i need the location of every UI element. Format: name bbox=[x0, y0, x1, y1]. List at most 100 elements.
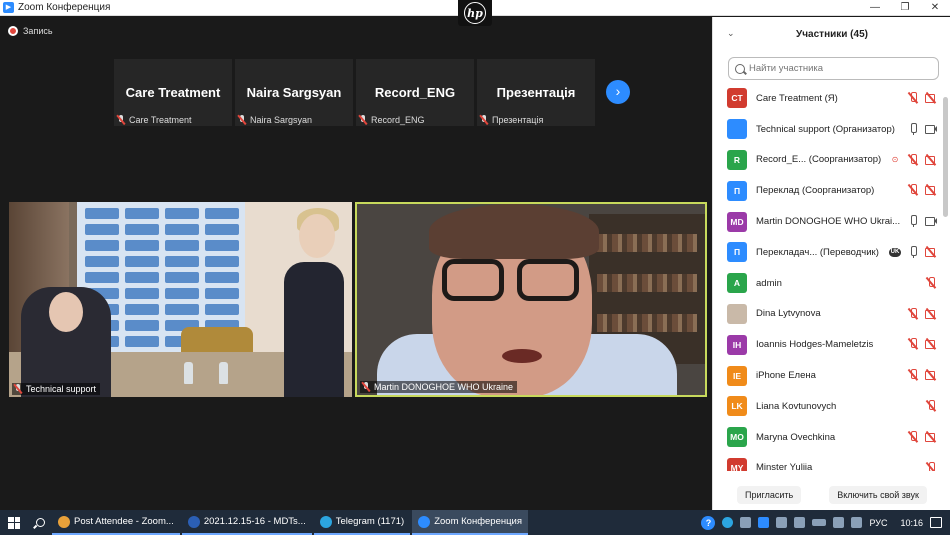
mic-off-icon[interactable] bbox=[925, 276, 937, 289]
next-page-button[interactable]: › bbox=[606, 80, 630, 104]
mic-off-icon[interactable] bbox=[925, 461, 937, 471]
mic-icon[interactable] bbox=[907, 245, 919, 258]
avatar: IH bbox=[727, 334, 747, 355]
mic-off-icon[interactable] bbox=[907, 307, 919, 320]
mic-icon[interactable] bbox=[907, 122, 919, 135]
mic-off-icon[interactable] bbox=[907, 430, 919, 443]
avatar bbox=[727, 119, 747, 140]
mic-off-icon[interactable] bbox=[925, 399, 937, 412]
participant-row[interactable]: LK Liana Kovtunovych bbox=[713, 391, 943, 422]
avatar bbox=[727, 303, 747, 324]
wifi-icon[interactable] bbox=[833, 517, 845, 528]
strip-tile[interactable]: Care Treatment Care Treatment bbox=[114, 59, 232, 126]
video-icon[interactable] bbox=[925, 215, 937, 227]
participant-row[interactable]: Technical support (Организатор) bbox=[713, 114, 943, 145]
maximize-button[interactable]: ❐ bbox=[890, 0, 920, 16]
video-off-icon[interactable] bbox=[925, 184, 937, 196]
scrollbar[interactable] bbox=[943, 97, 948, 217]
avatar: CT bbox=[727, 88, 747, 109]
tile-name: Care Treatment bbox=[125, 85, 221, 100]
video-tile-active-speaker[interactable]: Martin DONOGHOE WHO Ukraine bbox=[355, 202, 707, 397]
mic-off-icon bbox=[362, 382, 370, 392]
taskbar-item-label: 2021.12.15-16 - MDTs... bbox=[203, 516, 306, 527]
taskbar-item[interactable]: Post Attendee - Zoom... bbox=[52, 510, 180, 535]
participants-title: Участники (45) bbox=[796, 28, 868, 40]
app-icon bbox=[58, 515, 70, 528]
participant-row[interactable]: Dina Lytvynova bbox=[713, 299, 943, 330]
video-off-icon[interactable] bbox=[925, 154, 937, 166]
tile-name: Naira Sargsyan bbox=[246, 85, 342, 100]
invite-button[interactable]: Пригласить bbox=[737, 486, 802, 504]
participant-row[interactable]: IH Ioannis Hodges-Mameletzis bbox=[713, 329, 943, 360]
mic-off-icon[interactable] bbox=[907, 369, 919, 381]
participant-name: Minster Yuliia bbox=[756, 462, 813, 471]
mic-off-icon bbox=[238, 115, 246, 125]
participant-row[interactable]: П Перекладач... (Переводчик) UK bbox=[713, 237, 943, 268]
battery-icon[interactable] bbox=[812, 519, 827, 526]
mic-icon[interactable] bbox=[907, 215, 919, 228]
strip-tile[interactable]: Naira Sargsyan Naira Sargsyan bbox=[235, 59, 353, 126]
help-icon[interactable]: ? bbox=[701, 515, 716, 530]
participant-row[interactable]: Aadmin bbox=[713, 268, 943, 299]
video-off-icon[interactable] bbox=[925, 338, 937, 350]
taskbar-item-label: Zoom Конференция bbox=[434, 516, 522, 527]
video-icon[interactable] bbox=[925, 123, 937, 135]
video-off-icon[interactable] bbox=[925, 431, 937, 443]
system-tray: ? РУС 10:16 bbox=[701, 510, 950, 535]
close-button[interactable]: ✕ bbox=[920, 0, 950, 16]
language-indicator[interactable]: РУС bbox=[869, 518, 887, 528]
video-off-icon[interactable] bbox=[925, 246, 937, 258]
unmute-button[interactable]: Включить свой звук bbox=[829, 486, 927, 504]
search-icon bbox=[735, 63, 745, 74]
panel-header: ⌄ Участники (45) bbox=[713, 17, 950, 51]
avatar: П bbox=[727, 180, 747, 201]
video-off-icon[interactable] bbox=[925, 369, 937, 381]
participant-row[interactable]: MO Maryna Ovechkina bbox=[713, 422, 943, 453]
taskbar-item[interactable]: Telegram (1171) bbox=[313, 510, 411, 535]
start-button[interactable] bbox=[0, 510, 28, 535]
hp-logo: hp bbox=[458, 0, 492, 26]
participant-list: CT Care Treatment (Я) Technical support (О… bbox=[713, 83, 943, 471]
participant-search[interactable] bbox=[728, 57, 939, 80]
minimize-button[interactable]: — bbox=[860, 0, 890, 16]
video-off-icon[interactable] bbox=[925, 308, 937, 320]
strip-tile[interactable]: Record_ENG Record_ENG bbox=[356, 59, 474, 126]
language-icon[interactable]: UK bbox=[889, 247, 901, 257]
participant-row[interactable]: R Record_E... (Соорганизатор) ⊙ bbox=[713, 145, 943, 176]
telegram-tray-icon[interactable] bbox=[722, 517, 734, 528]
video-off-icon[interactable] bbox=[925, 92, 937, 104]
participant-row[interactable]: CT Care Treatment (Я) bbox=[713, 83, 943, 114]
taskbar-item[interactable]: 2021.12.15-16 - MDTs... bbox=[181, 510, 312, 535]
notification-icon[interactable] bbox=[930, 517, 942, 528]
search-input[interactable] bbox=[749, 63, 929, 74]
avatar: П bbox=[727, 242, 747, 263]
clock[interactable]: 10:16 bbox=[900, 518, 923, 528]
participant-row[interactable]: MD Martin DONOGHOE WHO Ukrai... bbox=[713, 206, 943, 237]
participant-name: Ioannis Hodges-Mameletzis bbox=[756, 339, 874, 351]
mic-off-icon[interactable] bbox=[907, 92, 919, 104]
chevron-down-icon[interactable]: ⌄ bbox=[727, 28, 735, 39]
taskbar-item-label: Telegram (1171) bbox=[335, 516, 405, 527]
participant-name: Переклад (Соорганизатор) bbox=[756, 185, 875, 197]
recording-indicator[interactable]: Запись bbox=[8, 26, 53, 36]
participant-row[interactable]: П Переклад (Соорганизатор) bbox=[713, 175, 943, 206]
window-title: Zoom Конференция bbox=[18, 2, 111, 13]
zoom-tray-icon[interactable] bbox=[758, 517, 770, 528]
app-tray-icon[interactable] bbox=[776, 517, 788, 528]
avatar: IE bbox=[727, 365, 747, 386]
participant-row[interactable]: IE iPhone Елена bbox=[713, 360, 943, 391]
participant-row[interactable]: MY Minster Yuliia bbox=[713, 453, 943, 471]
search-button[interactable] bbox=[28, 510, 52, 535]
record-icon[interactable]: ⊙ bbox=[889, 154, 901, 166]
video-tile-technical-support[interactable]: Technical support bbox=[9, 202, 352, 397]
strip-tile[interactable]: Презентація Презентація bbox=[477, 59, 595, 126]
volume-icon[interactable] bbox=[851, 517, 863, 528]
mic-off-icon[interactable] bbox=[907, 184, 919, 196]
cloud-icon[interactable] bbox=[740, 517, 752, 528]
taskbar-item[interactable]: Zoom Конференция bbox=[412, 510, 528, 535]
network-icon[interactable] bbox=[794, 517, 806, 528]
participant-name: Перекладач... (Переводчик) bbox=[756, 246, 879, 258]
mic-off-icon[interactable] bbox=[907, 153, 919, 166]
mic-off-icon[interactable] bbox=[907, 338, 919, 350]
tile-tag: Презентація bbox=[477, 115, 543, 125]
